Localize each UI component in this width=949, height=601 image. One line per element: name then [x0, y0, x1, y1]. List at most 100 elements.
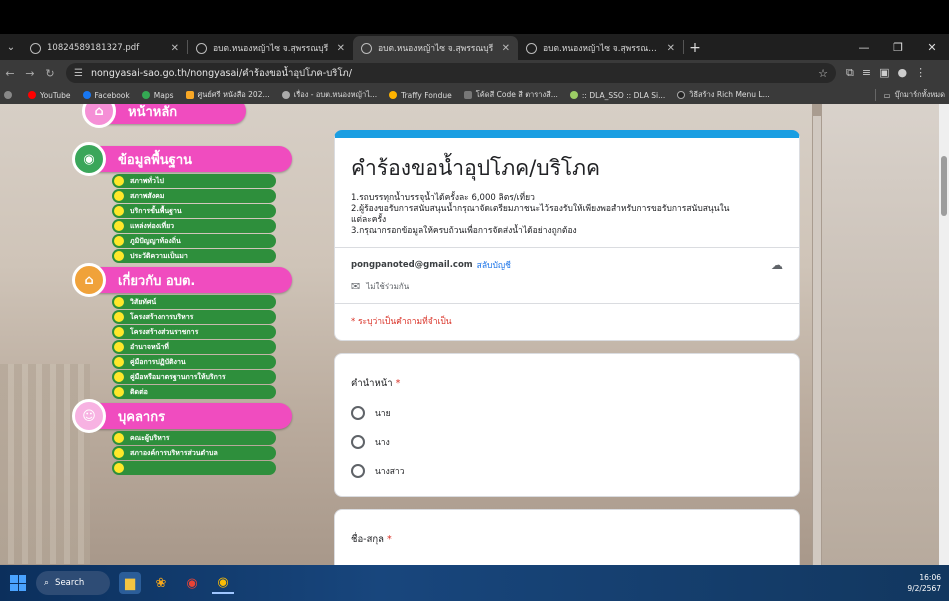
bookmark-label: เรื่อง - อบต.หนองหญ้าไ...	[293, 90, 378, 99]
scrollbar-thumb[interactable]	[813, 116, 821, 565]
submenu-item[interactable]: แหล่งท่องเที่ยว	[112, 219, 276, 233]
screen-top-strip	[0, 0, 949, 34]
bookmark-item[interactable]: :: DLA_SSO :: DLA Si...	[569, 91, 665, 100]
extensions-icon[interactable]: ⧉	[846, 66, 854, 80]
radio-option[interactable]: นางสาว	[335, 464, 799, 478]
globe-icon	[4, 91, 12, 99]
submenu-item[interactable]: โครงสร้างส่วนราชการ	[112, 325, 276, 339]
file-explorer-icon[interactable]: ▆	[119, 572, 141, 594]
maximize-icon[interactable]: ❐	[881, 41, 915, 54]
close-icon[interactable]: ✕	[502, 43, 510, 54]
option-label: นาง	[375, 438, 390, 448]
tab-title: อบต.หนองหญ้าไซ จ.สุพรรณบุรี	[213, 44, 329, 54]
radio-button[interactable]	[351, 435, 365, 449]
submenu-item[interactable]: สภาพสังคม	[112, 189, 276, 203]
close-icon[interactable]: ✕	[337, 43, 345, 54]
address-bar[interactable]: ☰ nongyasai-sao.go.th/nongyasai/คำร้องขอ…	[66, 63, 836, 83]
reload-icon[interactable]: ↻	[40, 67, 60, 80]
search-icon: ⌕	[44, 578, 50, 588]
required-asterisk: *	[395, 378, 401, 389]
submenu-item[interactable]	[112, 461, 276, 475]
required-asterisk: *	[386, 534, 392, 545]
submenu-item[interactable]: ภูมิปัญญาท้องถิ่น	[112, 234, 276, 248]
system-clock[interactable]: 16:06 9/2/2567	[907, 572, 941, 594]
tab-search-icon[interactable]: ⌄	[0, 34, 22, 60]
browser-tab[interactable]: อบต.หนองหญ้าไซ จ.สุพรรณบุรี ✕	[188, 36, 353, 60]
url-text[interactable]: nongyasai-sao.go.th/nongyasai/คำร้องขอน้…	[91, 66, 818, 81]
home-menu-button[interactable]: ⌂ หน้าหลัก	[82, 104, 246, 128]
submenu-item[interactable]: อำนาจหน้าที่	[112, 340, 276, 354]
browser-tab[interactable]: อบต.หนองหญ้าไซ จ.สุพรรณบุรี - อ... ✕	[518, 36, 683, 60]
taskbar-search[interactable]: ⌕ Search	[36, 571, 110, 595]
site-info-icon[interactable]: ☰	[74, 68, 83, 79]
bookmark-label: YouTube	[40, 90, 71, 100]
account-email: pongpanoted@gmail.com	[351, 260, 473, 270]
forward-icon[interactable]: →	[20, 67, 40, 80]
close-icon[interactable]: ✕	[171, 43, 179, 54]
menu-label: บุคลากร	[118, 409, 166, 425]
chrome-icon[interactable]: ◉	[212, 572, 234, 594]
menu-label: เกี่ยวกับ อบต.	[118, 273, 196, 289]
submenu-item[interactable]: บริการขั้นพื้นฐาน	[112, 204, 276, 218]
bookmark-item[interactable]: วิธีสร้าง Rich Menu L...	[677, 89, 770, 101]
bookmark-item[interactable]: YouTube	[28, 91, 71, 100]
window-controls: — ❐ ✕	[847, 34, 949, 60]
bookmark-label: โค้ดสี Code สี ตารางสี...	[475, 90, 558, 99]
bookmark-item[interactable]: เรื่อง - อบต.หนองหญ้าไ...	[281, 89, 378, 101]
section-header[interactable]: ◉ ข้อมูลพื้นฐาน	[72, 142, 292, 176]
close-icon[interactable]: ✕	[667, 43, 675, 54]
bookmark-label: Maps	[153, 90, 174, 100]
radio-option[interactable]: นาย	[335, 406, 799, 420]
scrollbar-thumb[interactable]	[941, 156, 947, 216]
radio-option[interactable]: นาง	[335, 435, 799, 449]
bookmark-item[interactable]: Traffy Fondue	[389, 91, 452, 100]
section-header[interactable]: ☺ บุคลากร	[72, 399, 292, 433]
back-icon[interactable]: ←	[0, 67, 20, 80]
question-label: คำนำหน้า	[351, 378, 393, 389]
submenu-item[interactable]: โครงสร้างการบริหาร	[112, 310, 276, 324]
new-tab-button[interactable]: +	[684, 36, 706, 60]
section-header[interactable]: ⌂ เกี่ยวกับ อบต.	[72, 263, 292, 297]
switch-account-link[interactable]: สลับบัญชี	[477, 258, 511, 272]
globe-icon	[526, 42, 537, 54]
form-scrollbar[interactable]	[812, 104, 822, 565]
tab-title: 10824589181327.pdf	[47, 43, 140, 53]
chrome-icon[interactable]: ◉	[181, 572, 203, 594]
minimize-icon[interactable]: —	[847, 41, 881, 54]
submenu-item[interactable]: คณะผู้บริหาร	[112, 431, 276, 445]
bookmark-item[interactable]: Facebook	[82, 91, 130, 100]
bookmark-item[interactable]: Maps	[141, 90, 174, 100]
browser-tab[interactable]: 10824589181327.pdf ✕	[22, 36, 187, 60]
submenu-item[interactable]: คู่มือหรือมาตรฐานการให้บริการ	[112, 370, 276, 384]
menu-kebab-icon[interactable]: ⋮	[915, 66, 926, 80]
radio-button[interactable]	[351, 406, 365, 420]
search-label: Search	[55, 578, 85, 588]
building-icon: ⌂	[72, 263, 106, 297]
bookmark-item[interactable]: ศูนย์ศรี หนังสือ 202...	[185, 89, 270, 101]
reading-list-icon[interactable]: ≡	[862, 66, 871, 80]
radio-button[interactable]	[351, 464, 365, 478]
bookmark-item[interactable]	[4, 91, 16, 99]
profile-icon[interactable]: ●	[897, 66, 907, 80]
submenu-item[interactable]: สภาองค์การบริหารส่วนตำบล	[112, 446, 276, 460]
submenu-item[interactable]: วิสัยทัศน์	[112, 295, 276, 309]
submenu-item[interactable]: ประวัติความเป็นมา	[112, 249, 276, 263]
desc-line: 3.กรุณากรอกข้อมูลให้ครบถ้วนเพื่อการจัดส่…	[351, 226, 577, 236]
bookmark-star-icon[interactable]: ☆	[818, 67, 828, 80]
submenu-item[interactable]: ติดต่อ	[112, 385, 276, 399]
all-bookmarks[interactable]: ▭ บุ๊กมาร์กทั้งหมด	[874, 89, 949, 101]
bookmark-item[interactable]: โค้ดสี Code สี ตารางสี...	[463, 89, 558, 101]
page-scrollbar[interactable]	[939, 104, 949, 565]
bookmark-label: วิธีสร้าง Rich Menu L...	[689, 90, 770, 99]
close-window-icon[interactable]: ✕	[915, 41, 949, 54]
account-row: pongpanoted@gmail.com สลับบัญชี ☁	[335, 248, 799, 272]
traffy-icon	[389, 91, 398, 99]
browser-tab-active[interactable]: อบต.หนองหญ้าไซ จ.สุพรรณบุรี ✕	[353, 36, 518, 60]
colorful-app-icon[interactable]: ❀	[150, 572, 172, 594]
submenu-item[interactable]: สภาพทั่วไป	[112, 174, 276, 188]
browser-tabstrip: ⌄ 10824589181327.pdf ✕ อบต.หนองหญ้าไซ จ.…	[0, 34, 949, 60]
windows-start-icon[interactable]	[10, 575, 26, 591]
sidepanel-icon[interactable]: ▣	[879, 66, 889, 80]
desc-line: แต่ละครั้ง	[351, 215, 387, 225]
submenu-item[interactable]: คู่มือการปฏิบัติงาน	[112, 355, 276, 369]
